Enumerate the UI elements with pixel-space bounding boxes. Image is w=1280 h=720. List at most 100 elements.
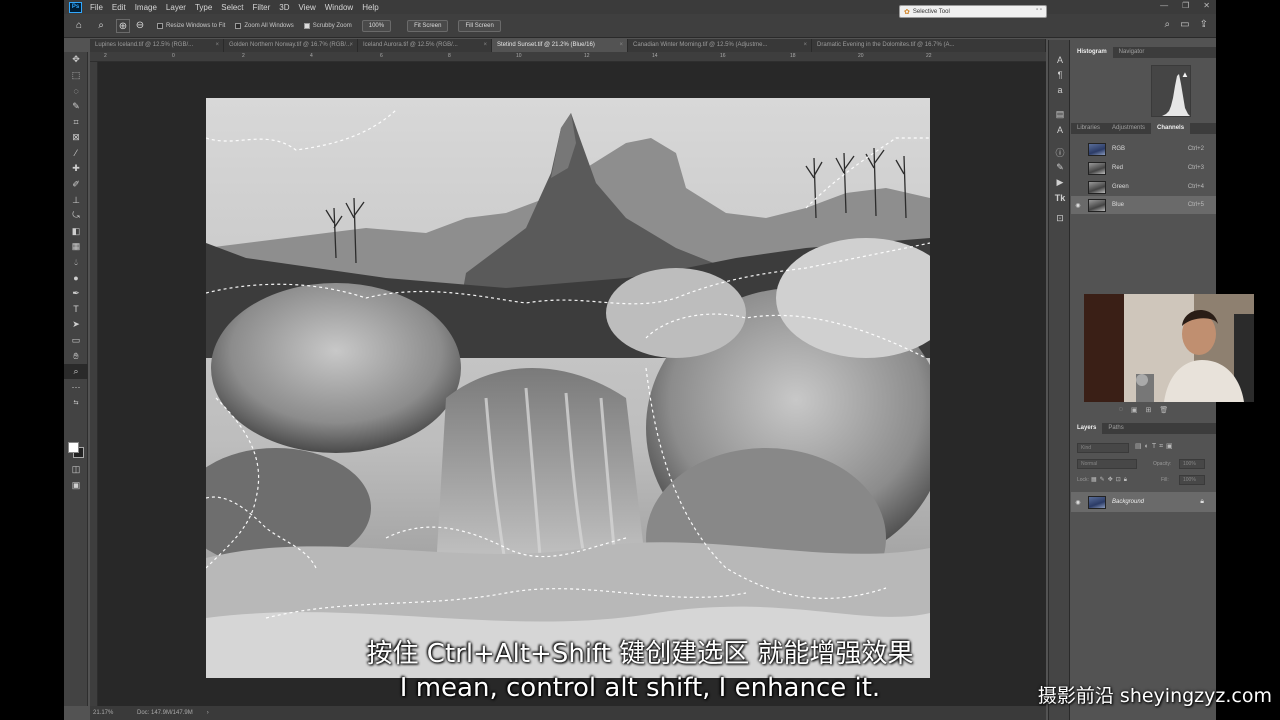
menu-image[interactable]: Image	[135, 3, 157, 12]
channel-row-green[interactable]: Green Ctrl+4	[1071, 178, 1216, 196]
share-icon[interactable]: ⇪	[1200, 19, 1208, 30]
fill-field[interactable]: 100%	[1179, 475, 1205, 485]
lock-icon[interactable]: 🔒︎	[1200, 498, 1204, 506]
eye-icon[interactable]: ◉	[1071, 499, 1085, 506]
restore-icon[interactable]: ❐	[1182, 1, 1189, 10]
quick-select-tool-icon[interactable]: ✎	[64, 99, 88, 115]
channel-row-rgb[interactable]: RGB Ctrl+2	[1071, 140, 1216, 158]
menu-window[interactable]: Window	[325, 3, 353, 12]
zoom-in-icon[interactable]: ⊕	[116, 18, 130, 33]
paragraph-panel-icon[interactable]: ¶	[1049, 67, 1071, 82]
selective-tool-window[interactable]: ✿ Selective Tool ▫ ▫	[899, 5, 1047, 18]
zoom-out-icon[interactable]: ⊖	[133, 19, 147, 33]
search-icon[interactable]: ⌕	[1165, 19, 1171, 30]
tk-plugin-icon[interactable]: Tk	[1049, 190, 1071, 205]
type-tool-icon[interactable]: T	[64, 302, 88, 318]
gradient-tool-icon[interactable]: ▦	[64, 239, 88, 255]
channel-row-blue[interactable]: ◉ Blue Ctrl+5	[1071, 196, 1216, 214]
tab-stetind-sunset[interactable]: Stetind Sunset.tif @ 21.2% (Blue/16) ×	[492, 39, 628, 52]
menu-edit[interactable]: Edit	[112, 3, 126, 12]
eye-icon[interactable]: ◉	[1071, 202, 1085, 209]
new-channel-icon[interactable]: ⊞	[1146, 406, 1152, 418]
tab-paths[interactable]: Paths	[1102, 423, 1129, 434]
quick-mask-icon[interactable]: ◫	[64, 462, 88, 478]
marquee-tool-icon[interactable]: ⬚	[64, 68, 88, 84]
close-tab-icon[interactable]: ×	[349, 39, 353, 52]
home-icon[interactable]: ⌂	[72, 19, 86, 33]
default-colors-icon[interactable]: ⇆	[64, 395, 88, 411]
trash-icon[interactable]: 🗑︎	[1159, 406, 1168, 418]
close-tab-icon[interactable]: ×	[803, 39, 807, 52]
tab-libraries[interactable]: Libraries	[1071, 123, 1106, 134]
menu-3d[interactable]: 3D	[279, 3, 289, 12]
zoom-level[interactable]: 21.17%	[93, 710, 137, 716]
crop-tool-icon[interactable]: ⌗	[64, 114, 88, 130]
selective-tool-controls[interactable]: ▫ ▫	[1036, 7, 1042, 13]
minimize-icon[interactable]: —	[1160, 1, 1168, 10]
tab-layers[interactable]: Layers	[1071, 423, 1103, 434]
load-selection-icon[interactable]: ◌	[1119, 406, 1123, 418]
lasso-tool-icon[interactable]: ◌	[64, 83, 88, 99]
character-styles-icon[interactable]: A	[1049, 122, 1071, 137]
frame-tool-icon[interactable]: ⊠	[64, 130, 88, 146]
tab-canadian-winter-morning[interactable]: Canadian Winter Morning.tif @ 12.5% (Adj…	[628, 39, 812, 52]
close-tab-icon[interactable]: ×	[215, 39, 219, 52]
move-tool-icon[interactable]: ✥	[64, 52, 88, 68]
menu-file[interactable]: File	[90, 3, 103, 12]
opacity-field[interactable]: 100%	[1179, 459, 1205, 469]
zoom-tool-icon[interactable]: ⌕	[64, 363, 88, 380]
close-tab-icon[interactable]: ×	[483, 39, 487, 52]
glyphs-panel-icon[interactable]: a	[1049, 82, 1071, 97]
more-tools-icon[interactable]: ⋯	[64, 379, 88, 395]
healing-brush-tool-icon[interactable]: ✚	[64, 161, 88, 177]
tab-dramatic-evening-dolomites[interactable]: Dramatic Evening in the Dolomites.tif @ …	[812, 39, 1046, 52]
zoom-100-button[interactable]: 100%	[361, 19, 392, 32]
fit-screen-button[interactable]: Fit Screen	[407, 19, 449, 32]
status-menu-icon[interactable]: ›	[207, 710, 209, 716]
fill-screen-button[interactable]: Fill Screen	[458, 19, 501, 32]
info-panel-icon[interactable]: ⓘ	[1049, 145, 1071, 160]
hand-tool-icon[interactable]: ✋︎	[64, 348, 88, 364]
channel-row-red[interactable]: Red Ctrl+3	[1071, 159, 1216, 177]
blur-tool-icon[interactable]: 💧︎	[64, 255, 88, 271]
layer-kind-filter[interactable]: Kind	[1077, 443, 1129, 453]
zoom-all-checkbox[interactable]: Zoom All Windows	[235, 22, 294, 29]
foreground-color-swatch[interactable]	[68, 442, 79, 453]
menu-select[interactable]: Select	[221, 3, 243, 12]
brush-settings-icon[interactable]: ✎	[1049, 160, 1071, 175]
photo-stetind-sunset[interactable]	[206, 98, 930, 678]
close-tab-icon[interactable]: ×	[619, 39, 623, 52]
menu-help[interactable]: Help	[362, 3, 378, 12]
resize-windows-checkbox[interactable]: Resize Windows to Fit	[157, 22, 225, 29]
clone-stamp-tool-icon[interactable]: ⊥	[64, 192, 88, 208]
blend-mode-select[interactable]: Normal	[1077, 459, 1137, 469]
tab-lupines-iceland[interactable]: Lupines Iceland.tif @ 12.5% (RGB/... ×	[90, 39, 224, 52]
workspace-icon[interactable]: ▭	[1180, 19, 1189, 30]
menu-type[interactable]: Type	[195, 3, 212, 12]
scrubby-zoom-checkbox[interactable]: Scrubby Zoom	[303, 22, 352, 29]
properties-panel-icon[interactable]: ⊡	[1049, 211, 1071, 226]
history-brush-tool-icon[interactable]: ⤿	[64, 208, 88, 224]
menu-filter[interactable]: Filter	[253, 3, 271, 12]
menu-view[interactable]: View	[299, 3, 316, 12]
histogram-warning-icon[interactable]: ▲	[1181, 70, 1189, 79]
shape-tool-icon[interactable]: ▭	[64, 333, 88, 349]
tab-navigator[interactable]: Navigator	[1113, 47, 1151, 58]
dodge-tool-icon[interactable]: ●	[64, 270, 88, 286]
tab-histogram[interactable]: Histogram	[1071, 47, 1113, 58]
close-icon[interactable]: ✕	[1203, 1, 1210, 10]
brush-tool-icon[interactable]: ✐	[64, 177, 88, 193]
eraser-tool-icon[interactable]: ◧	[64, 224, 88, 240]
character-panel-icon[interactable]: A	[1049, 52, 1071, 67]
zoom-tool-icon[interactable]: ⌕	[94, 19, 108, 33]
layer-row-background[interactable]: ◉ Background 🔒︎	[1071, 492, 1216, 512]
pen-tool-icon[interactable]: ✒	[64, 286, 88, 302]
layer-name[interactable]: Background	[1112, 499, 1144, 505]
menu-layer[interactable]: Layer	[166, 3, 186, 12]
tab-channels[interactable]: Channels	[1151, 123, 1191, 134]
history-panel-icon[interactable]: ▤	[1049, 107, 1071, 122]
tab-iceland-aurora[interactable]: Iceland Aurora.tif @ 12.5% (RGB/... ×	[358, 39, 492, 52]
path-selection-tool-icon[interactable]: ➤	[64, 317, 88, 333]
screen-mode-icon[interactable]: ▣	[64, 478, 88, 494]
document-canvas[interactable]	[98, 62, 1046, 706]
